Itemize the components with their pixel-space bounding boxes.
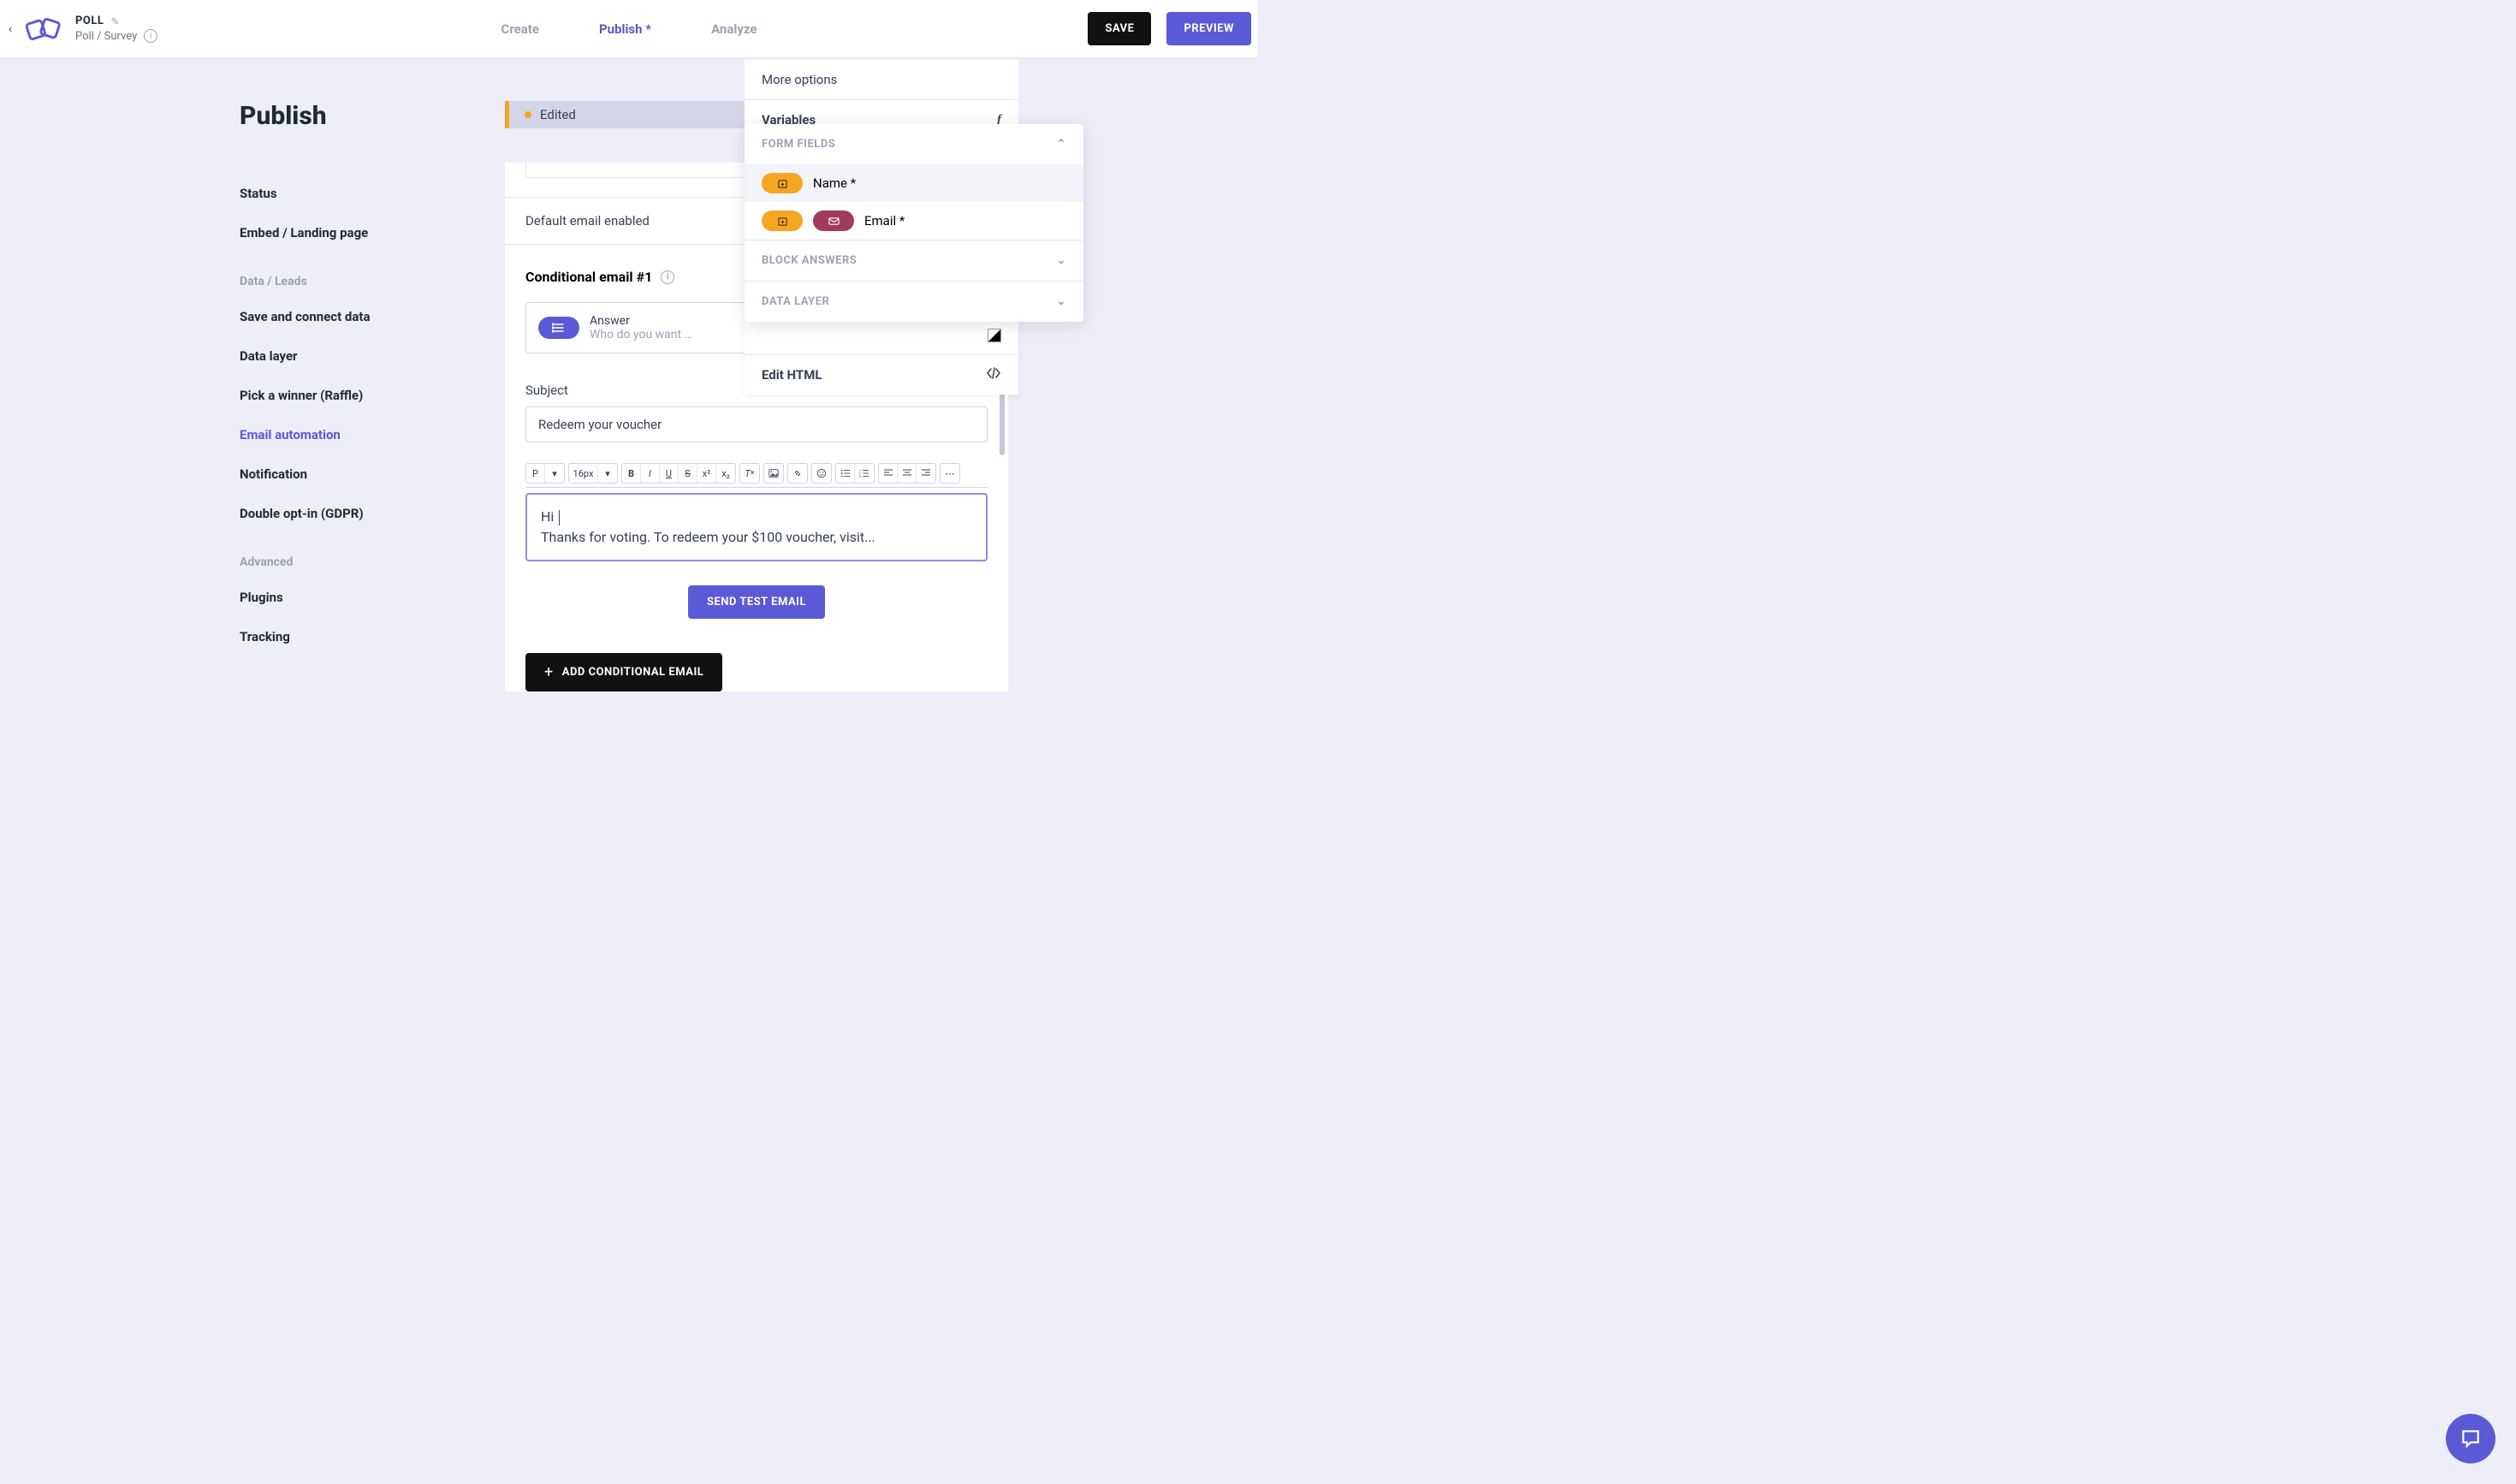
vp-form-fields-header[interactable]: FORM FIELDS ⌃ bbox=[745, 124, 1083, 164]
text-cursor-icon bbox=[559, 510, 560, 525]
subject-input[interactable]: Redeem your voucher bbox=[525, 407, 988, 442]
vp-block-answers-header[interactable]: BLOCK ANSWERS ⌄ bbox=[745, 240, 1083, 281]
tb-paragraph-caret-icon[interactable]: ▾ bbox=[545, 464, 564, 483]
edit-title-icon[interactable]: ✎ bbox=[110, 15, 119, 27]
tb-strike-icon[interactable]: S bbox=[679, 464, 697, 483]
sidebar-item-tracking[interactable]: Tracking bbox=[240, 617, 496, 656]
sidebar-item-data-layer[interactable]: Data layer bbox=[240, 336, 496, 376]
email-badge-icon bbox=[813, 211, 854, 231]
tb-paragraph[interactable]: P bbox=[526, 464, 545, 483]
tb-subscript-icon[interactable]: x₂ bbox=[716, 464, 735, 483]
sidebar-heading: Publish bbox=[240, 101, 496, 131]
sidebar-item-embed[interactable]: Embed / Landing page bbox=[240, 213, 496, 252]
top-bar: ‹ POLL ✎ Poll / Survey i Create Publish … bbox=[0, 0, 1258, 58]
tb-fontsize-caret-icon[interactable]: ▾ bbox=[598, 464, 617, 483]
top-nav: Create Publish * Analyze bbox=[501, 21, 757, 37]
sidebar-item-status[interactable]: Status bbox=[240, 174, 496, 213]
cond-info-icon[interactable]: i bbox=[661, 270, 674, 284]
sidebar-item-save-connect[interactable]: Save and connect data bbox=[240, 297, 496, 336]
chevron-up-icon: ⌃ bbox=[1057, 138, 1066, 151]
edited-dot-icon bbox=[525, 111, 531, 118]
send-test-email-button[interactable]: SEND TEST EMAIL bbox=[688, 585, 825, 619]
chevron-down-icon: ⌄ bbox=[1057, 295, 1066, 308]
vp-data-layer-header[interactable]: DATA LAYER ⌄ bbox=[745, 282, 1083, 322]
vp-item-email[interactable]: Email * bbox=[745, 202, 1083, 240]
title-block: POLL ✎ Poll / Survey i bbox=[75, 15, 157, 43]
edited-label: Edited bbox=[540, 107, 576, 122]
tb-italic-icon[interactable]: I bbox=[641, 464, 660, 483]
nav-publish[interactable]: Publish * bbox=[599, 21, 651, 37]
page-subtitle: Poll / Survey bbox=[75, 30, 137, 43]
vp-item-name[interactable]: Name * bbox=[745, 164, 1083, 202]
save-button[interactable]: SAVE bbox=[1088, 12, 1151, 45]
tb-image-icon[interactable] bbox=[764, 464, 783, 483]
tb-bold-icon[interactable]: B bbox=[622, 464, 641, 483]
sidebar-item-plugins[interactable]: Plugins bbox=[240, 578, 496, 617]
tb-underline-icon[interactable]: U bbox=[660, 464, 679, 483]
answer-list-icon bbox=[538, 317, 579, 339]
add-conditional-email-button[interactable]: + ADD CONDITIONAL EMAIL bbox=[525, 653, 722, 692]
sidebar-item-email-automation[interactable]: Email automation bbox=[240, 415, 496, 454]
sidebar-item-notification[interactable]: Notification bbox=[240, 454, 496, 494]
chevron-down-icon: ⌄ bbox=[1057, 254, 1066, 267]
tb-emoji-icon[interactable] bbox=[812, 464, 831, 483]
tb-align-right-icon[interactable] bbox=[917, 464, 935, 483]
tb-clear-format-icon[interactable]: T× bbox=[740, 464, 759, 483]
tb-fontsize[interactable]: 16px bbox=[569, 464, 598, 483]
tb-align-center-icon[interactable] bbox=[898, 464, 917, 483]
sidebar-item-raffle[interactable]: Pick a winner (Raffle) bbox=[240, 376, 496, 415]
more-options-row[interactable]: More options bbox=[745, 60, 1018, 100]
code-icon bbox=[986, 367, 1001, 383]
edit-html-row[interactable]: Edit HTML bbox=[745, 355, 1018, 395]
tb-superscript-icon[interactable]: x² bbox=[697, 464, 716, 483]
preview-button[interactable]: PREVIEW bbox=[1166, 12, 1251, 45]
plus-icon: + bbox=[544, 663, 554, 681]
nav-analyze[interactable]: Analyze bbox=[711, 21, 757, 37]
back-chevron-icon[interactable]: ‹ bbox=[0, 22, 21, 36]
email-body-editor[interactable]: Hi Thanks for voting. To redeem your $10… bbox=[525, 493, 988, 561]
variables-popover: FORM FIELDS ⌃ Name * Email * BLOCK ANSWE… bbox=[745, 124, 1083, 322]
chat-fab[interactable] bbox=[2446, 1414, 2495, 1463]
sidebar-item-gdpr[interactable]: Double opt-in (GDPR) bbox=[240, 494, 496, 533]
color-swatch-icon[interactable] bbox=[988, 329, 1001, 342]
form-badge-icon bbox=[762, 173, 803, 193]
tb-number-list-icon[interactable]: 123 bbox=[855, 464, 874, 483]
app-logo[interactable] bbox=[21, 9, 67, 50]
page-title: POLL bbox=[75, 15, 104, 27]
subtitle-info-icon[interactable]: i bbox=[144, 29, 157, 43]
right-bottom-panel: Edit HTML bbox=[745, 317, 1018, 395]
tb-link-icon[interactable] bbox=[788, 464, 807, 483]
tb-more-icon[interactable]: ⋯ bbox=[941, 464, 959, 483]
tb-align-left-icon[interactable] bbox=[879, 464, 898, 483]
sidebar-section-data: Data / Leads bbox=[240, 252, 496, 297]
editor-line2: Thanks for voting. To redeem your $100 v… bbox=[541, 527, 972, 548]
form-badge-icon bbox=[762, 211, 803, 231]
nav-create[interactable]: Create bbox=[501, 21, 539, 37]
publish-sidebar: Publish Status Embed / Landing page Data… bbox=[240, 101, 496, 717]
svg-text:3: 3 bbox=[859, 475, 861, 478]
editor-line1: Hi bbox=[541, 508, 557, 525]
sidebar-section-advanced: Advanced bbox=[240, 533, 496, 578]
tb-bullet-list-icon[interactable] bbox=[836, 464, 855, 483]
rte-toolbar: P ▾ 16px ▾ B I U S x² x₂ T× bbox=[525, 463, 988, 488]
